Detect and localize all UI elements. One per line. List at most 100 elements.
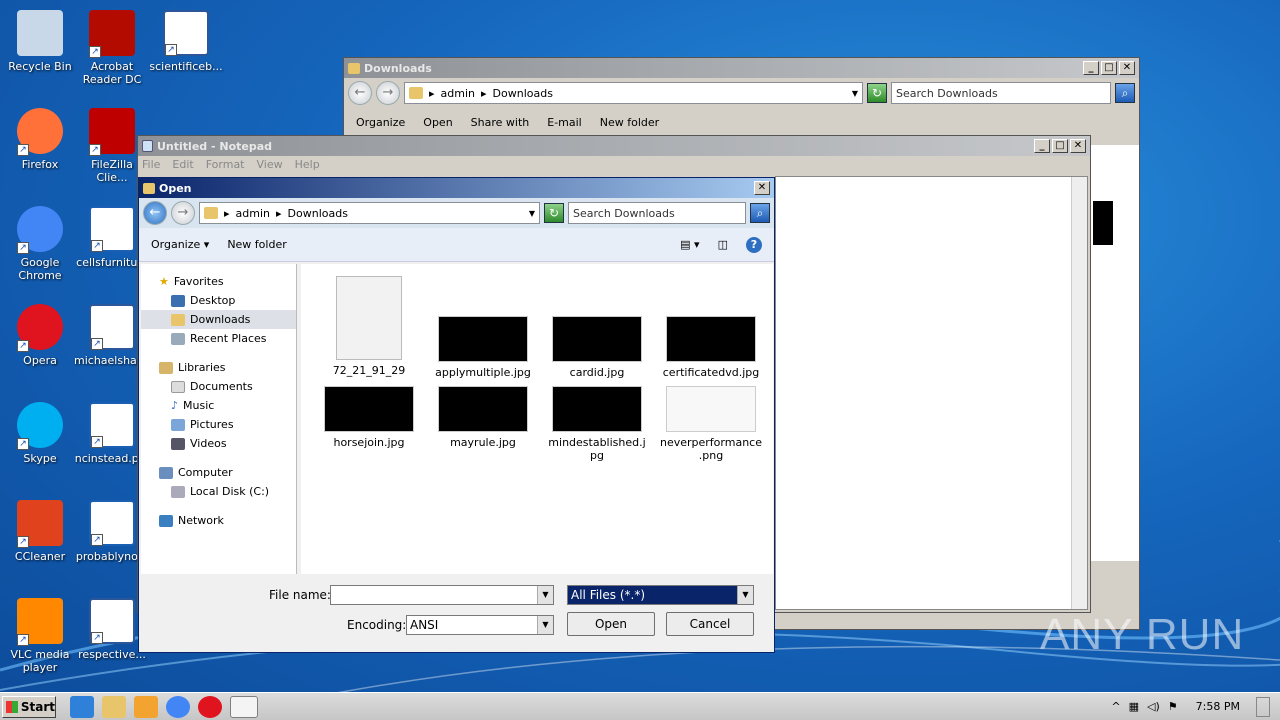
ie-icon[interactable] [70,695,94,718]
search-icon[interactable]: ⌕ [750,203,770,223]
forward-button[interactable]: → [376,81,400,105]
start-button[interactable]: Start [2,695,56,718]
cancel-button[interactable]: Cancel [666,612,754,636]
nav-libraries[interactable]: Libraries [141,358,296,377]
desktop-icon-chrome[interactable]: ↗ Google Chrome [2,206,78,282]
search-icon[interactable]: ⌕ [1115,83,1135,103]
action-center-flag-icon[interactable]: ⚑ [1168,700,1178,713]
file-thumbnail [438,386,528,432]
menu-help[interactable]: Help [295,158,320,172]
notepad-text-area[interactable] [775,176,1088,610]
media-player-icon[interactable] [134,695,158,718]
back-button[interactable]: ← [143,201,167,225]
close-button[interactable]: ✕ [1070,139,1086,153]
nav-downloads[interactable]: Downloads [141,310,296,329]
clock[interactable]: 7:58 PM [1196,700,1240,713]
vertical-scrollbar[interactable] [1071,177,1087,609]
explorer-icon[interactable] [102,695,126,718]
dialog-titlebar[interactable]: Open ✕ [139,178,774,198]
open-dialog[interactable]: Open ✕ ← → ▸ admin ▸ Downloads ▼ ↻ Searc… [138,177,775,653]
breadcrumb-item[interactable]: admin [236,207,270,220]
firefox-icon: ↗ [17,108,63,156]
chevron-down-icon[interactable]: ▼ [537,616,553,634]
file-item[interactable]: neverperformance.png [659,386,763,462]
nav-documents[interactable]: Documents [141,377,296,396]
refresh-button[interactable]: ↻ [867,83,887,103]
explorer-titlebar[interactable]: Downloads _ □ ✕ [344,58,1139,78]
forward-button[interactable]: → [171,201,195,225]
breadcrumb-item[interactable]: Downloads [288,207,348,220]
desktop-icon-firefox[interactable]: ↗ Firefox [2,108,78,171]
organize-button[interactable]: Organize [356,116,405,129]
notepad-taskbar-icon[interactable] [230,695,258,718]
breadcrumb-item[interactable]: admin [441,87,475,100]
open-button[interactable]: Open [567,612,655,636]
nav-favorites[interactable]: ★ Favorites [141,272,296,291]
nav-desktop[interactable]: Desktop [141,291,296,310]
nav-local-disk[interactable]: Local Disk (C:) [141,482,296,501]
volume-icon[interactable]: ◁) [1147,700,1160,713]
menu-edit[interactable]: Edit [172,158,193,172]
file-item[interactable]: certificatedvd.jpg [659,276,763,379]
file-item[interactable]: mayrule.jpg [431,386,535,449]
chevron-down-icon[interactable]: ▼ [537,586,553,604]
desktop-icon-word-doc[interactable]: ↗ scientificeb... [148,10,224,73]
menu-format[interactable]: Format [206,158,245,172]
maximize-button[interactable]: □ [1101,61,1117,75]
nav-pictures[interactable]: Pictures [141,415,296,434]
nav-computer[interactable]: Computer [141,463,296,482]
file-thumbnail[interactable] [1093,201,1113,245]
file-item[interactable]: 72_21_91_29 [317,276,421,377]
refresh-button[interactable]: ↻ [544,203,564,223]
chevron-down-icon[interactable]: ▼ [529,209,535,218]
menu-file[interactable]: File [142,158,160,172]
desktop-icon-opera[interactable]: ↗ Opera [2,304,78,367]
breadcrumb[interactable]: ▸ admin ▸ Downloads ▼ [199,202,540,224]
file-item[interactable]: mindestablished.jpg [545,386,649,462]
maximize-button[interactable]: □ [1052,139,1068,153]
chrome-icon[interactable] [166,695,190,718]
file-item[interactable]: horsejoin.jpg [317,386,421,449]
new-folder-button[interactable]: New folder [227,238,286,251]
file-type-select[interactable]: All Files (*.*) ▼ [567,585,754,605]
email-button[interactable]: E-mail [547,116,582,129]
encoding-select[interactable]: ANSI ▼ [406,615,554,635]
breadcrumb-item[interactable]: Downloads [493,87,553,100]
file-icon: ↗ [89,206,135,252]
notepad-titlebar[interactable]: Untitled - Notepad _ □ ✕ [138,136,1090,156]
file-name-input[interactable]: ▼ [330,585,554,605]
chevron-down-icon[interactable]: ▼ [852,89,858,98]
desktop-icon-recycle-bin[interactable]: Recycle Bin [2,10,78,73]
nav-recent-places[interactable]: Recent Places [141,329,296,348]
chevron-down-icon[interactable]: ▼ [737,586,753,604]
opera-icon[interactable] [198,695,222,718]
preview-pane-icon[interactable]: ◫ [718,238,728,251]
menu-view[interactable]: View [257,158,283,172]
share-with-button[interactable]: Share with [471,116,530,129]
desktop-icon-skype[interactable]: ↗ Skype [2,402,78,465]
help-icon[interactable]: ? [746,236,762,253]
nav-videos[interactable]: Videos [141,434,296,453]
organize-button[interactable]: Organize ▾ [151,238,209,251]
close-button[interactable]: ✕ [754,181,770,195]
show-desktop-button[interactable] [1256,696,1270,717]
desktop-icon-acrobat[interactable]: ↗ Acrobat Reader DC [74,10,150,86]
new-folder-button[interactable]: New folder [600,116,659,129]
minimize-button[interactable]: _ [1034,139,1050,153]
nav-network[interactable]: Network [141,511,296,530]
network-status-icon[interactable]: ▦ [1129,700,1139,713]
file-item[interactable]: applymultiple.jpg [431,276,535,379]
open-command[interactable]: Open [423,116,452,129]
search-input[interactable]: Search Downloads [891,82,1111,104]
view-icon[interactable]: ▤ ▾ [680,238,699,251]
close-button[interactable]: ✕ [1119,61,1135,75]
desktop-icon-ccleaner[interactable]: ↗ CCleaner [2,500,78,563]
back-button[interactable]: ← [348,81,372,105]
desktop-icon-vlc[interactable]: ↗ VLC media player [2,598,78,674]
breadcrumb[interactable]: ▸ admin ▸ Downloads ▼ [404,82,863,104]
search-input[interactable]: Search Downloads [568,202,746,224]
minimize-button[interactable]: _ [1083,61,1099,75]
nav-music[interactable]: ♪ Music [141,396,296,415]
tray-expand-icon[interactable]: ^ [1111,700,1120,713]
file-item[interactable]: cardid.jpg [545,276,649,379]
